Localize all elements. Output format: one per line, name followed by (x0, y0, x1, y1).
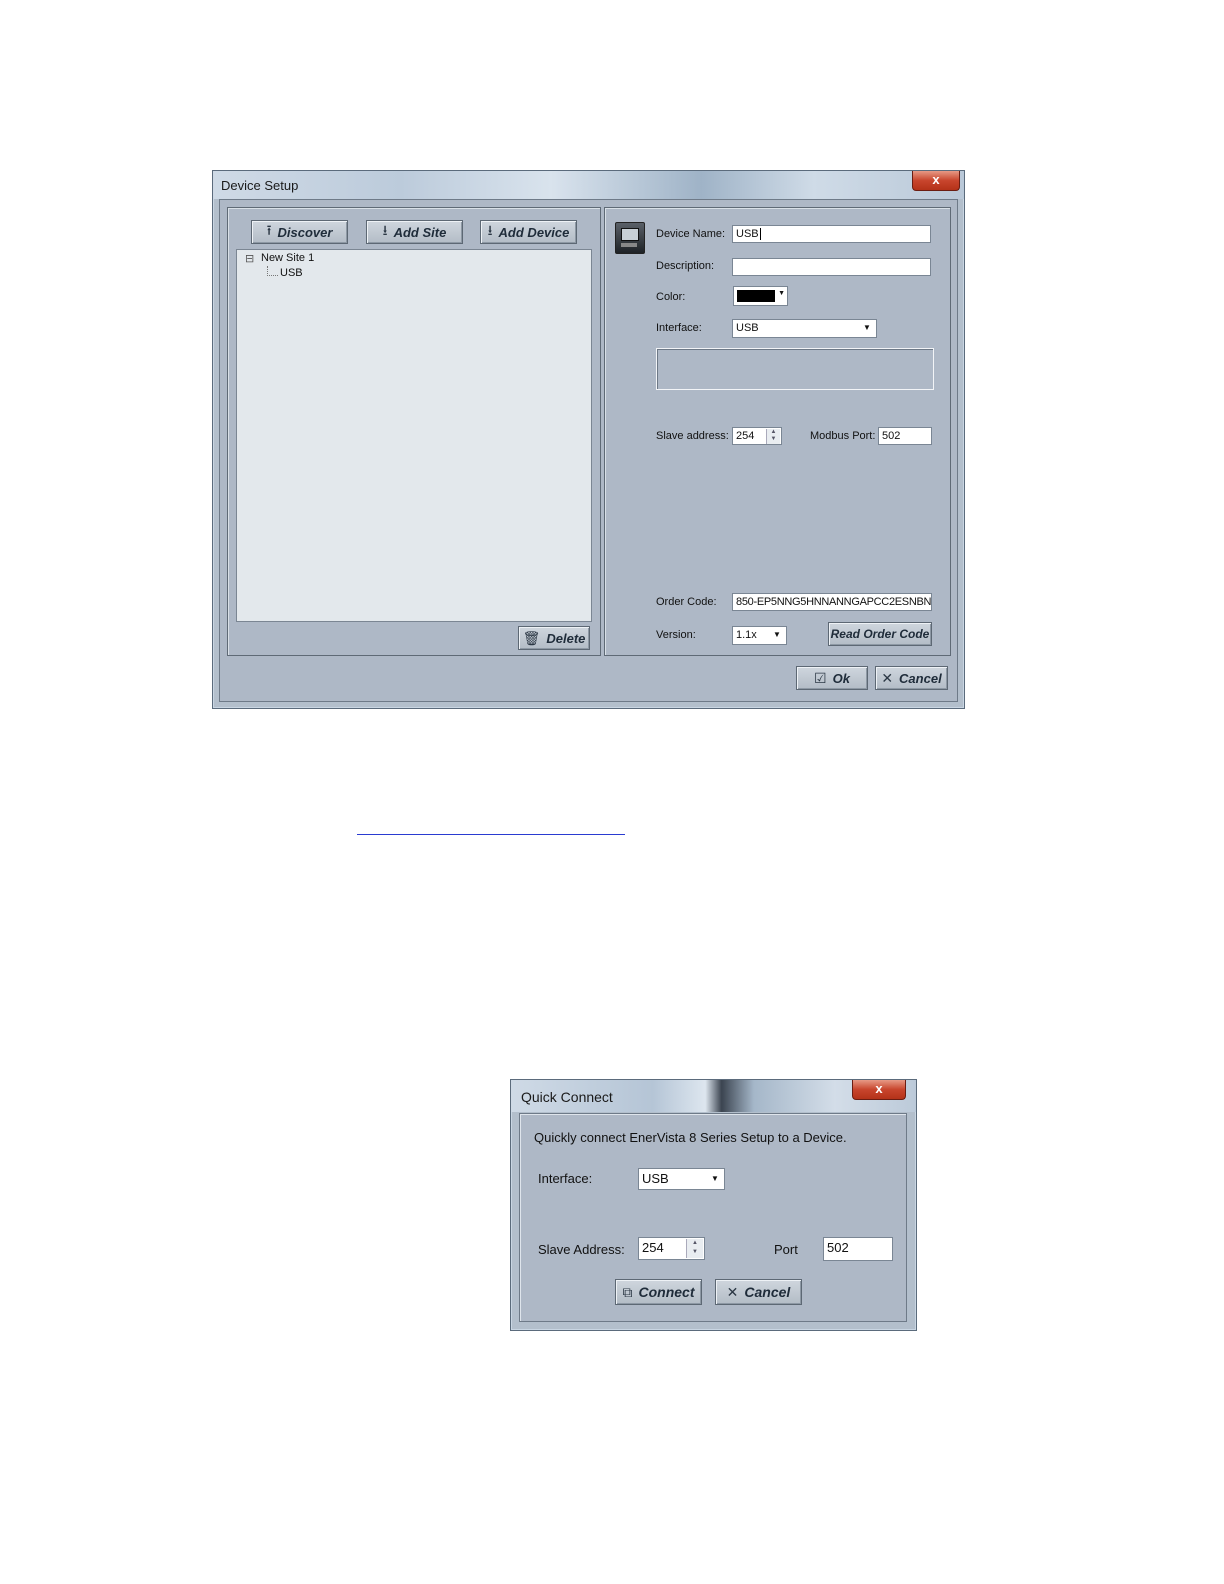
chevron-down-icon: ▼ (773, 630, 781, 639)
slave-address-label: Slave address: (656, 430, 729, 442)
link-underline (357, 834, 625, 835)
spinner-icon[interactable]: ▲ ▼ (766, 429, 780, 444)
device-tree[interactable]: ⊟ New Site 1 USB (236, 249, 592, 622)
interface-select[interactable]: USB ▼ (638, 1168, 725, 1190)
quick-connect-client: Quickly connect EnerVista 8 Series Setup… (519, 1113, 907, 1322)
close-button[interactable]: x (912, 171, 960, 191)
device-name-input[interactable]: USB (732, 225, 931, 243)
close-icon: ✕ (881, 669, 894, 686)
quick-connect-title: Quick Connect (521, 1089, 613, 1105)
description-label: Description: (656, 260, 715, 272)
color-label: Color: (656, 291, 686, 303)
add-device-button[interactable]: ⭳ Add Device (480, 220, 577, 244)
slave-address-stepper[interactable]: 254 ▲ ▼ (638, 1237, 705, 1260)
trash-icon: 🗑 (522, 629, 541, 646)
close-icon: ✕ (726, 1283, 739, 1300)
tree-item-device[interactable]: USB (280, 267, 303, 279)
close-icon: x (875, 1081, 883, 1096)
order-code-input[interactable]: 850-EP5NNG5HNNANNGAPCC2ESNBN (732, 593, 932, 611)
device-properties-panel: Device Name: USB Description: Color: ▼ I… (604, 207, 951, 656)
version-select[interactable]: 1.1x ▼ (732, 626, 787, 645)
device-setup-window: Device Setup x ⭱ Discover ⭳ Add Site ⭳ A… (212, 170, 965, 709)
close-button[interactable]: x (852, 1080, 906, 1100)
color-picker[interactable]: ▼ (733, 286, 788, 306)
chevron-down-icon: ▼ (711, 1174, 719, 1183)
read-order-code-button[interactable]: Read Order Code (828, 622, 932, 646)
add-device-icon: ⭳ (487, 222, 493, 238)
connect-icon: ⧉ (622, 1283, 633, 1300)
port-input[interactable]: 502 (823, 1237, 893, 1261)
ok-button[interactable]: ☑ Ok (796, 666, 868, 690)
modbus-port-label: Modbus Port: (810, 430, 876, 442)
close-icon: x (932, 172, 940, 187)
chevron-down-icon: ▼ (863, 323, 871, 332)
slave-address-label: Slave Address: (538, 1242, 625, 1257)
cancel-button[interactable]: ✕ Cancel (715, 1279, 802, 1305)
quick-connect-titlebar[interactable]: Quick Connect x (511, 1080, 916, 1112)
chevron-down-icon: ▼ (778, 290, 785, 297)
quick-connect-window: Quick Connect x Quickly connect EnerVist… (510, 1079, 917, 1331)
tree-expander-icon[interactable]: ⊟ (245, 252, 254, 265)
version-label: Version: (656, 629, 696, 641)
modbus-port-input[interactable]: 502 (878, 427, 932, 445)
device-icon (615, 222, 645, 254)
spinner-icon[interactable]: ▲ ▼ (686, 1239, 703, 1258)
add-site-button[interactable]: ⭳ Add Site (366, 220, 463, 244)
text-cursor (759, 228, 761, 240)
quick-connect-message: Quickly connect EnerVista 8 Series Setup… (534, 1130, 847, 1145)
discover-button[interactable]: ⭱ Discover (251, 220, 348, 244)
discover-icon: ⭱ (266, 222, 272, 238)
device-setup-titlebar[interactable]: Device Setup x (213, 171, 964, 199)
cancel-button[interactable]: ✕ Cancel (875, 666, 948, 690)
device-tree-panel: ⭱ Discover ⭳ Add Site ⭳ Add Device ⊟ New… (227, 207, 601, 656)
interface-settings-box (656, 348, 934, 390)
checkmark-icon: ☑ (814, 669, 827, 686)
device-name-label: Device Name: (656, 228, 726, 240)
color-swatch (737, 290, 775, 302)
device-setup-title: Device Setup (221, 178, 299, 193)
interface-label: Interface: (538, 1171, 593, 1186)
slave-address-stepper[interactable]: 254 ▲ ▼ (732, 427, 782, 445)
delete-button[interactable]: 🗑 Delete (518, 626, 590, 650)
connect-button[interactable]: ⧉ Connect (615, 1279, 702, 1305)
tree-item-site[interactable]: New Site 1 (261, 252, 314, 264)
order-code-label: Order Code: (656, 596, 717, 608)
device-setup-client: ⭱ Discover ⭳ Add Site ⭳ Add Device ⊟ New… (219, 199, 958, 702)
interface-select[interactable]: USB ▼ (732, 319, 877, 338)
port-label: Port (774, 1242, 798, 1257)
tree-connector (267, 266, 278, 276)
description-input[interactable] (732, 258, 931, 276)
interface-label: Interface: (656, 322, 702, 334)
add-site-icon: ⭳ (382, 222, 388, 238)
